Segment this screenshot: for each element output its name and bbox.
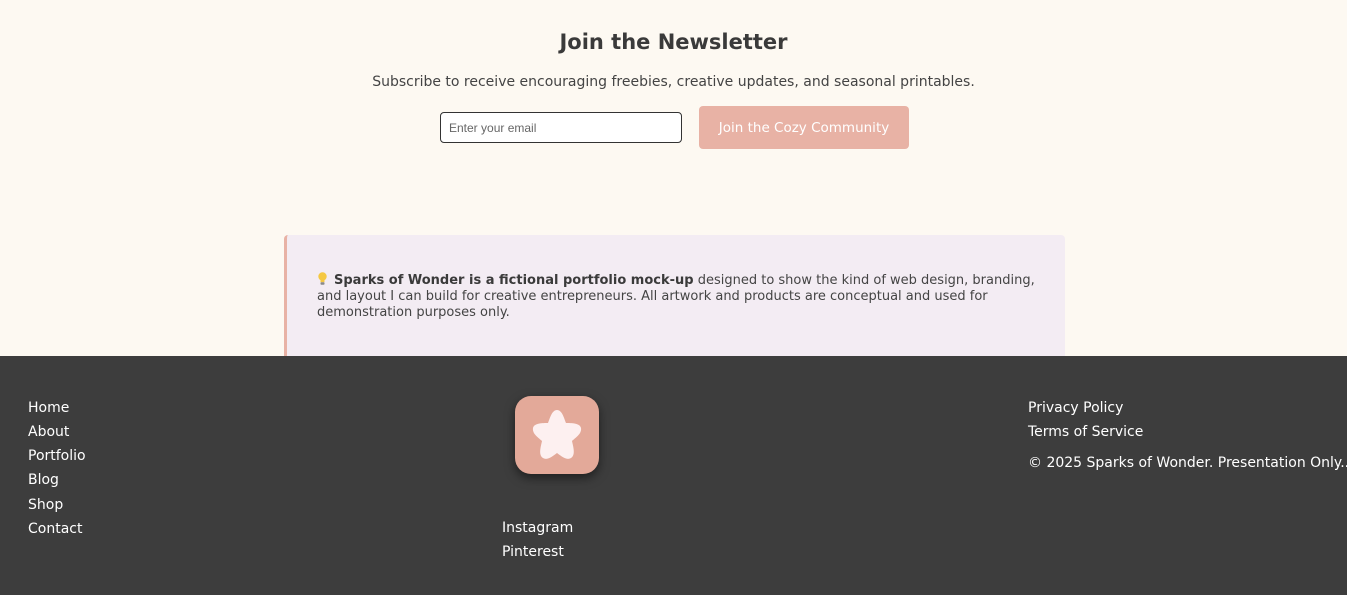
- footer-link-pinterest[interactable]: Pinterest: [502, 544, 564, 560]
- newsletter-subtitle: Subscribe to receive encouraging freebie…: [372, 74, 975, 90]
- join-community-button[interactable]: Join the Cozy Community: [699, 106, 909, 149]
- newsletter-title: Join the Newsletter: [559, 30, 788, 54]
- footer-link-privacy-policy[interactable]: Privacy Policy: [1028, 400, 1123, 416]
- footer-link-contact[interactable]: Contact: [28, 521, 82, 537]
- email-input[interactable]: [440, 112, 682, 143]
- copyright-text: © 2025 Sparks of Wonder. Presentation On…: [1028, 455, 1347, 471]
- lightbulb-icon: [318, 272, 327, 285]
- disclaimer-note: Sparks of Wonder is a fictional portfoli…: [284, 235, 1065, 356]
- footer-link-portfolio[interactable]: Portfolio: [28, 448, 86, 464]
- newsletter-section: Join the Newsletter Subscribe to receive…: [0, 0, 1347, 356]
- disclaimer-bold-text: Sparks of Wonder is a fictional portfoli…: [334, 273, 694, 288]
- footer-link-about[interactable]: About: [28, 424, 69, 440]
- footer-link-blog[interactable]: Blog: [28, 472, 59, 488]
- footer-link-instagram[interactable]: Instagram: [502, 520, 573, 536]
- site-logo[interactable]: [515, 396, 599, 474]
- star-flower-icon: [532, 410, 582, 459]
- site-footer: Home About Portfolio Blog Shop Contact I…: [0, 356, 1347, 595]
- footer-link-home[interactable]: Home: [28, 400, 69, 416]
- footer-link-terms-of-service[interactable]: Terms of Service: [1028, 424, 1143, 440]
- footer-link-shop[interactable]: Shop: [28, 497, 63, 513]
